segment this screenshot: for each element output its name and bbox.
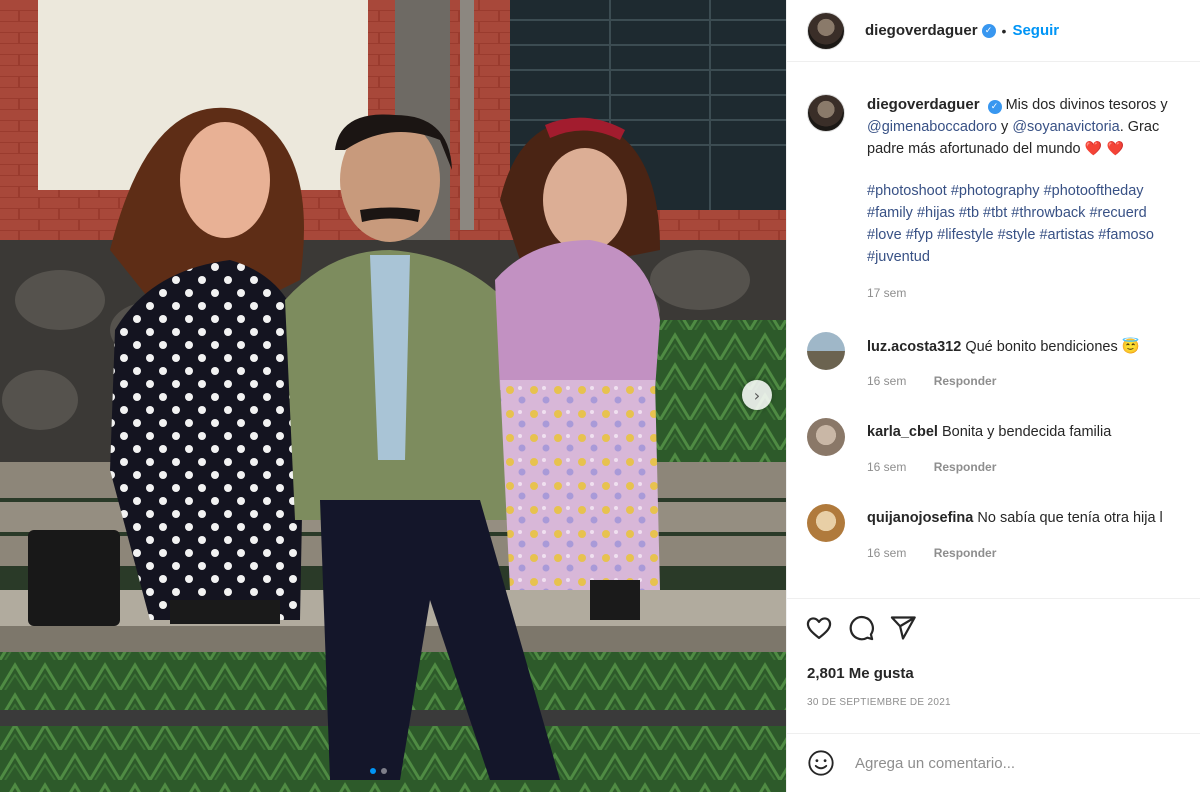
author-avatar[interactable] xyxy=(807,11,845,50)
header-separator: • xyxy=(1001,22,1007,39)
comment-timestamp[interactable]: 16 sem xyxy=(867,374,906,388)
post-date[interactable]: 30 DE SEPTIEMBRE DE 2021 xyxy=(807,697,951,708)
hashtag-line[interactable]: #photoshoot #photography #photooftheday xyxy=(867,180,1200,202)
comment-meta: 16 sem Responder xyxy=(867,460,996,474)
post-actions: 2,801 Me gusta 30 DE SEPTIEMBRE DE 2021 xyxy=(787,598,1200,708)
hashtag-line[interactable]: #juventud xyxy=(867,246,1200,268)
share-icon[interactable] xyxy=(889,614,917,642)
comment-body: luz.acosta312 Qué bonito bendiciones 😇 xyxy=(867,338,1140,355)
heart-emoji-icon: ❤️ ❤️ xyxy=(1084,141,1124,157)
comment-text: Bonita y bendecida familia xyxy=(941,424,1112,440)
comment-timestamp[interactable]: 16 sem xyxy=(867,460,906,474)
emoji-icon[interactable] xyxy=(807,749,835,777)
carousel-next-button[interactable]: › xyxy=(742,380,772,410)
mention-link[interactable]: @soyanavictoria xyxy=(1012,119,1119,135)
comment-meta: 16 sem Responder xyxy=(867,546,996,560)
author-username[interactable]: diegoverdaguer xyxy=(865,22,978,39)
caption-avatar[interactable] xyxy=(807,94,845,132)
post-side-panel: diegoverdaguer ✓ • Seguir diegoverdaguer… xyxy=(786,0,1200,792)
caption-line2-end: . Grac xyxy=(1119,119,1160,135)
caption-username[interactable]: diegoverdaguer xyxy=(867,96,980,113)
comment-text: No sabía que tenía otra hija l xyxy=(977,510,1163,526)
caption-body: diegoverdaguer ✓ Mis dos divinos tesoros… xyxy=(867,94,1200,304)
caption-verified-badge-icon: ✓ xyxy=(987,100,1002,114)
reply-button[interactable]: Responder xyxy=(934,374,997,388)
reply-button[interactable]: Responder xyxy=(934,460,997,474)
comment-meta: 16 sem Responder xyxy=(867,374,996,388)
photo-illustration xyxy=(0,0,786,792)
comment-body: karla_cbel Bonita y bendecida familia xyxy=(867,424,1111,440)
comment-avatar[interactable] xyxy=(807,418,845,456)
comment-text: Qué bonito bendiciones 😇 xyxy=(965,339,1140,355)
comment-username[interactable]: quijanojosefina xyxy=(867,510,973,526)
mention-link[interactable]: @gimenaboccadoro xyxy=(867,119,997,135)
caption-line3: padre más afortunado del mundo xyxy=(867,141,1085,157)
hashtag-list: #photoshoot #photography #photooftheday … xyxy=(867,180,1200,268)
reply-button[interactable]: Responder xyxy=(934,546,997,560)
comments-section[interactable]: diegoverdaguer ✓ Mis dos divinos tesoros… xyxy=(787,62,1200,598)
action-icons xyxy=(787,599,1200,657)
like-count[interactable]: 2,801 Me gusta xyxy=(807,665,914,682)
post-header: diegoverdaguer ✓ • Seguir xyxy=(787,0,1200,62)
hashtag-line[interactable]: #family #hijas #tb #tbt #throwback #recu… xyxy=(867,202,1200,224)
verified-badge-icon: ✓ xyxy=(981,23,996,38)
comment-avatar[interactable] xyxy=(807,504,845,542)
comment-input[interactable] xyxy=(855,754,1155,772)
caption-line1: Mis dos divinos tesoros y xyxy=(1005,97,1168,113)
carousel-dot-1 xyxy=(370,768,376,774)
comment-timestamp[interactable]: 16 sem xyxy=(867,546,906,560)
carousel-indicator xyxy=(370,768,387,774)
add-comment-bar xyxy=(787,733,1200,792)
hashtag-line[interactable]: #love #fyp #lifestyle #style #artistas #… xyxy=(867,224,1200,246)
caption-timestamp[interactable]: 17 sem xyxy=(867,282,1200,304)
follow-button[interactable]: Seguir xyxy=(1012,22,1059,39)
post-photo[interactable]: › xyxy=(0,0,786,792)
comment-icon[interactable] xyxy=(847,614,875,642)
comment-username[interactable]: luz.acosta312 xyxy=(867,339,961,355)
comment-avatar[interactable] xyxy=(807,332,845,370)
comment-body: quijanojosefina No sabía que tenía otra … xyxy=(867,510,1163,526)
chevron-right-icon: › xyxy=(753,385,761,405)
comment-username[interactable]: karla_cbel xyxy=(867,424,938,440)
heart-icon[interactable] xyxy=(805,614,833,642)
caption-line2-mid: y xyxy=(997,119,1013,135)
carousel-dot-2 xyxy=(381,768,387,774)
